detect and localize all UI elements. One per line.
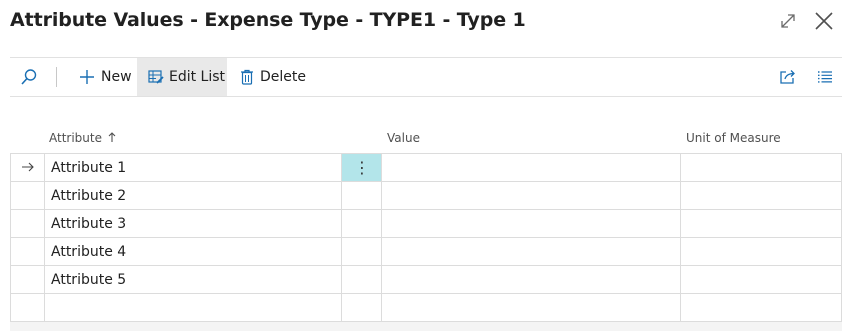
delete-label: Delete xyxy=(260,69,306,85)
value-cell[interactable] xyxy=(381,294,681,321)
page-title: Attribute Values - Expense Type - TYPE1 … xyxy=(10,9,526,31)
plus-icon xyxy=(80,70,94,84)
unit-of-measure-cell xyxy=(680,294,842,321)
current-row-arrow-icon xyxy=(22,162,34,172)
attribute-cell[interactable]: Attribute 5 xyxy=(44,266,342,293)
attribute-cell[interactable]: Attribute 2 xyxy=(44,182,342,209)
value-cell[interactable] xyxy=(381,154,681,181)
attribute-values-grid: Attribute 1 ⋮ Attribute 2 Attribute 3 At… xyxy=(10,153,842,322)
attribute-cell[interactable]: Attribute 3 xyxy=(44,210,342,237)
share-button[interactable] xyxy=(777,58,799,96)
action-bar: New Edit List Delete xyxy=(10,58,842,96)
edit-list-label: Edit List xyxy=(169,69,226,85)
table-row[interactable]: Attribute 1 ⋮ xyxy=(10,153,842,182)
unit-of-measure-cell xyxy=(680,182,842,209)
attribute-cell[interactable]: Attribute 1 xyxy=(44,154,342,181)
delete-button[interactable]: Delete xyxy=(236,58,310,96)
table-row[interactable]: Attribute 3 xyxy=(10,210,842,238)
edit-list-icon xyxy=(148,70,164,84)
table-row-empty[interactable] xyxy=(10,294,842,322)
row-selector[interactable] xyxy=(10,154,44,181)
column-header-unit-of-measure[interactable]: Unit of Measure xyxy=(686,131,781,145)
row-selector[interactable] xyxy=(10,238,44,265)
trash-icon xyxy=(241,69,253,85)
row-actions-cell[interactable] xyxy=(341,294,382,321)
column-header-attribute[interactable]: Attribute xyxy=(49,131,116,145)
toolbar-separator xyxy=(56,67,57,87)
list-view-button[interactable] xyxy=(814,58,836,96)
close-button[interactable] xyxy=(813,10,835,32)
table-row[interactable]: Attribute 5 xyxy=(10,266,842,294)
attribute-cell[interactable] xyxy=(44,294,342,321)
new-label: New xyxy=(101,69,132,85)
unit-of-measure-cell xyxy=(680,154,842,181)
expand-button[interactable] xyxy=(777,10,799,32)
toolbar-bottom-divider xyxy=(10,96,842,97)
list-view-icon xyxy=(818,71,832,83)
table-row[interactable]: Attribute 2 xyxy=(10,182,842,210)
search-icon xyxy=(21,69,37,85)
search-button[interactable] xyxy=(17,58,41,96)
row-actions-cell[interactable] xyxy=(341,182,382,209)
row-actions-button[interactable]: ⋮ xyxy=(341,154,382,181)
unit-of-measure-cell xyxy=(680,266,842,293)
row-actions-cell[interactable] xyxy=(341,210,382,237)
edit-list-button[interactable]: Edit List xyxy=(137,58,227,96)
unit-of-measure-cell xyxy=(680,210,842,237)
value-cell[interactable] xyxy=(381,238,681,265)
row-selector[interactable] xyxy=(10,266,44,293)
row-selector[interactable] xyxy=(10,294,44,321)
column-header-attribute-label: Attribute xyxy=(49,131,102,145)
more-options-icon: ⋮ xyxy=(354,158,370,177)
value-cell[interactable] xyxy=(381,182,681,209)
grid-footer xyxy=(10,322,842,331)
value-cell[interactable] xyxy=(381,266,681,293)
row-actions-cell[interactable] xyxy=(341,238,382,265)
column-header-value[interactable]: Value xyxy=(387,131,420,145)
row-actions-cell[interactable] xyxy=(341,266,382,293)
new-button[interactable]: New xyxy=(75,58,136,96)
row-selector[interactable] xyxy=(10,210,44,237)
share-icon xyxy=(780,70,795,84)
table-row[interactable]: Attribute 4 xyxy=(10,238,842,266)
title-bar: Attribute Values - Expense Type - TYPE1 … xyxy=(0,0,852,46)
sort-ascending-icon xyxy=(108,132,116,142)
attribute-cell[interactable]: Attribute 4 xyxy=(44,238,342,265)
close-icon xyxy=(815,12,833,30)
expand-icon xyxy=(781,14,795,28)
value-cell[interactable] xyxy=(381,210,681,237)
unit-of-measure-cell xyxy=(680,238,842,265)
row-selector[interactable] xyxy=(10,182,44,209)
